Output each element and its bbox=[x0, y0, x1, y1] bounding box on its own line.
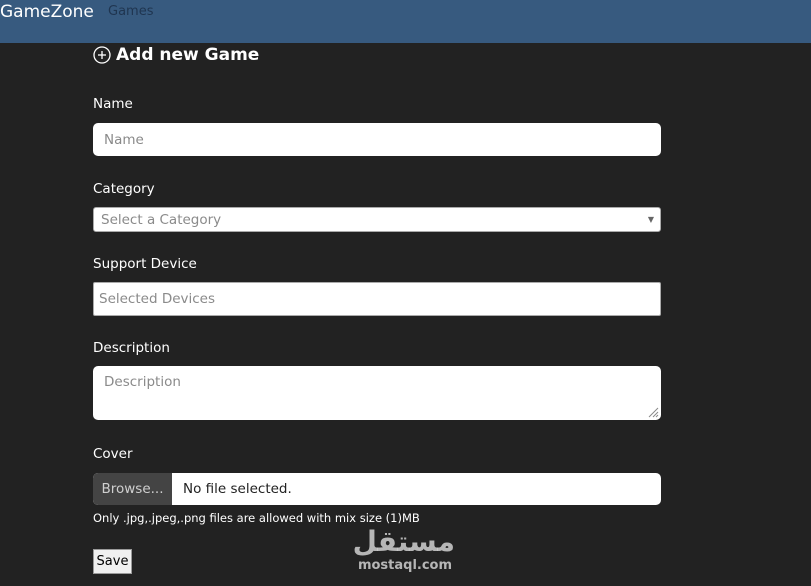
watermark-logo: مستقل mostaql.com bbox=[352, 525, 455, 573]
cover-hint-text: Only .jpg,.jpeg,.png files are allowed w… bbox=[93, 511, 420, 525]
description-label: Description bbox=[93, 340, 170, 356]
support-device-label: Support Device bbox=[93, 256, 197, 272]
plus-circle-icon bbox=[93, 46, 111, 64]
devices-placeholder: Selected Devices bbox=[99, 291, 216, 307]
devices-multiselect[interactable]: Selected Devices bbox=[93, 282, 661, 316]
watermark-domain-text: mostaql.com bbox=[357, 558, 453, 573]
top-navbar: GameZone Games bbox=[0, 0, 811, 43]
cover-file-input[interactable]: Browse... No file selected. bbox=[93, 473, 661, 505]
cover-label: Cover bbox=[93, 446, 133, 462]
name-input[interactable] bbox=[93, 123, 661, 156]
dropdown-arrow-icon: ▼ bbox=[647, 215, 654, 224]
save-button[interactable]: Save bbox=[93, 549, 132, 574]
name-field-wrapper bbox=[93, 123, 661, 156]
file-status-text: No file selected. bbox=[183, 481, 292, 497]
category-select-placeholder: Select a Category bbox=[101, 211, 222, 228]
watermark-arabic-text: مستقل bbox=[352, 525, 455, 558]
resize-grip-icon[interactable] bbox=[647, 406, 659, 418]
page-title: Add new Game bbox=[93, 44, 259, 66]
name-label: Name bbox=[93, 96, 133, 112]
nav-link-games[interactable]: Games bbox=[108, 3, 153, 21]
category-label: Category bbox=[93, 181, 155, 197]
page-title-text: Add new Game bbox=[116, 45, 260, 65]
category-select[interactable]: Select a Category ▼ bbox=[93, 207, 661, 232]
description-textarea[interactable] bbox=[93, 366, 661, 420]
browse-button[interactable]: Browse... bbox=[93, 473, 172, 505]
description-field-wrapper bbox=[93, 366, 661, 420]
brand-logo[interactable]: GameZone bbox=[0, 1, 94, 23]
